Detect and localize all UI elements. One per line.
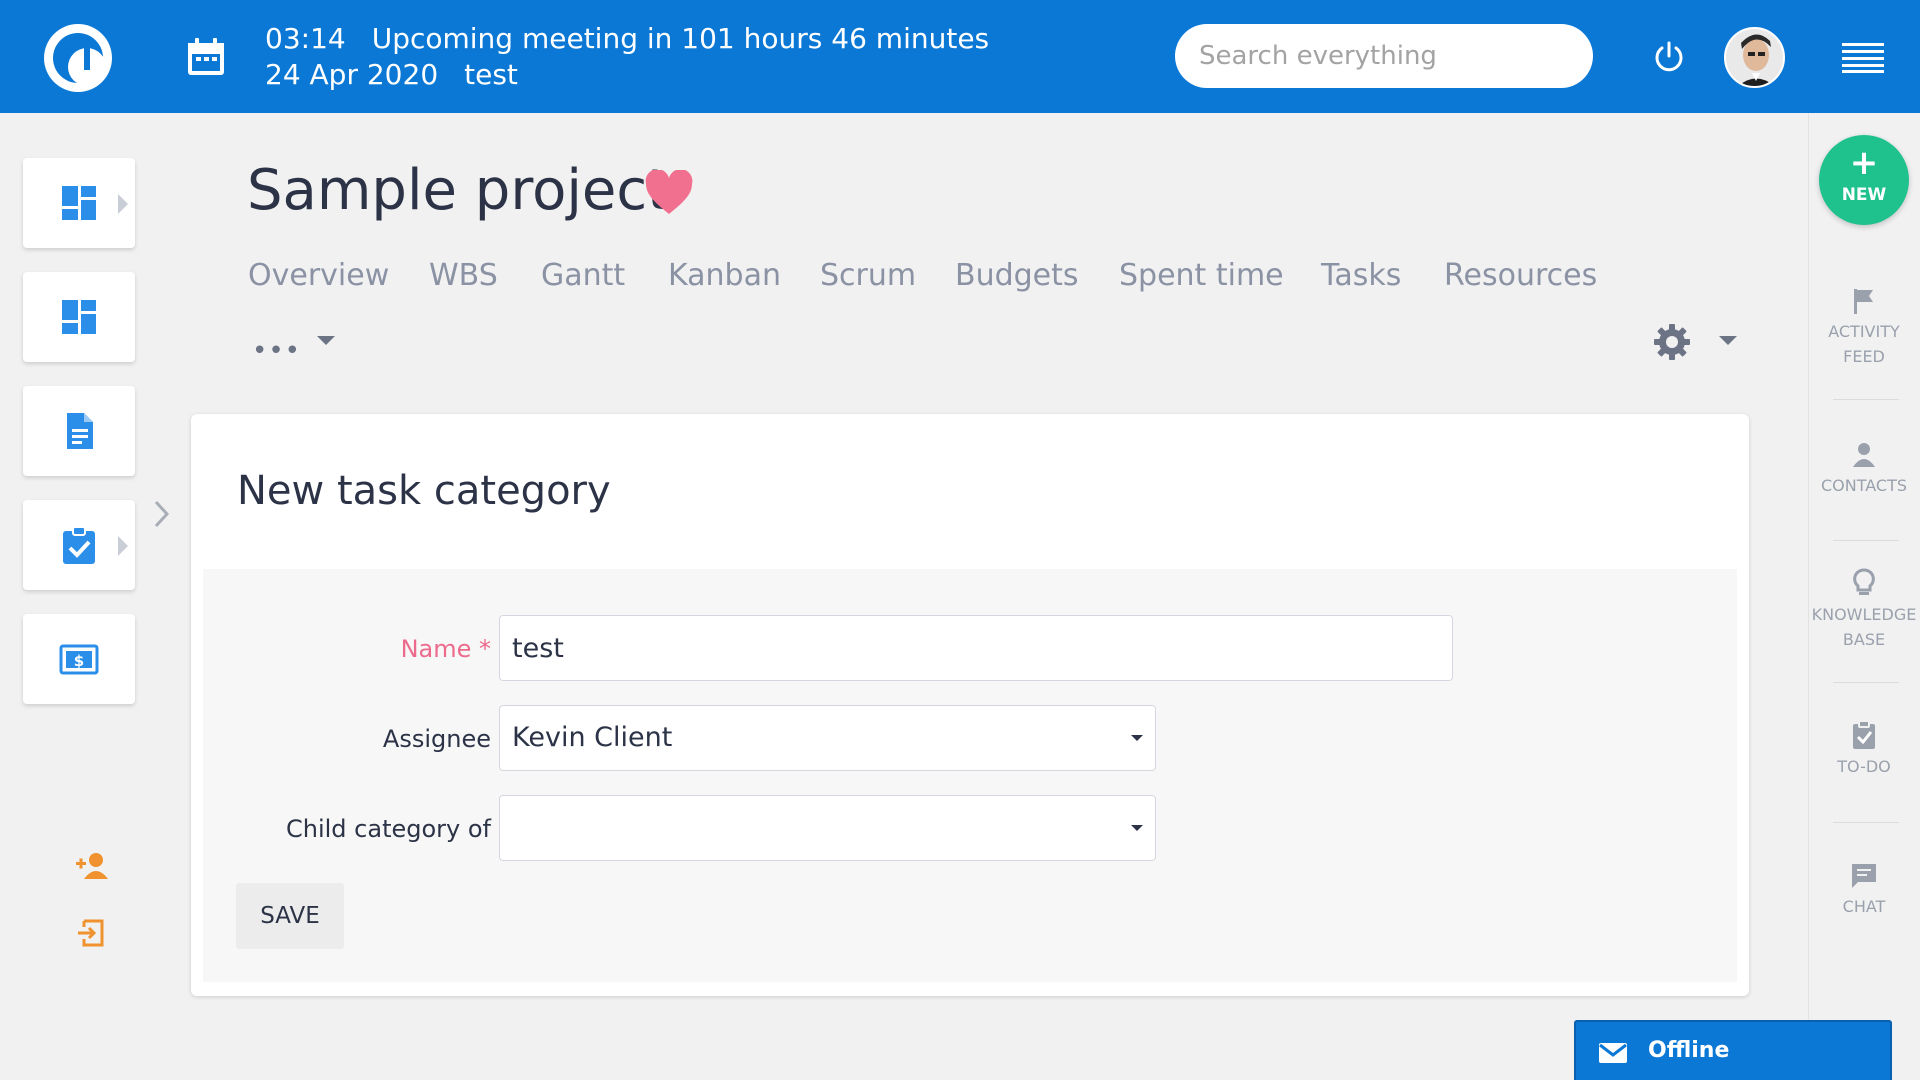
envelope-icon	[1599, 1043, 1627, 1063]
upcoming-meeting-text: Upcoming meeting in 101 hours 46 minutes	[371, 22, 990, 55]
document-icon	[67, 413, 93, 449]
sidebar-tasks-expand[interactable]	[23, 500, 135, 590]
login-icon[interactable]	[76, 918, 106, 948]
more-tabs-button[interactable]: •••	[252, 336, 301, 366]
expand-arrow-icon	[118, 536, 128, 556]
avatar-image	[1726, 29, 1783, 86]
current-date: 24 Apr 2020	[265, 58, 439, 91]
chat-label: CHAT	[1842, 897, 1886, 916]
knowledge-base-button[interactable]: KNOWLEDGE BASE	[1808, 568, 1920, 652]
sidebar-budgets[interactable]: $	[23, 614, 135, 704]
tab-wbs[interactable]: WBS	[429, 258, 498, 293]
search-input[interactable]	[1175, 24, 1593, 88]
child-category-select[interactable]	[499, 795, 1156, 861]
plus-icon: +	[1849, 143, 1879, 183]
contacts-label: CONTACTS	[1820, 476, 1908, 495]
chat-status-bar[interactable]: Offline	[1574, 1020, 1892, 1080]
lightbulb-icon	[1853, 568, 1875, 595]
contacts-button[interactable]: CONTACTS	[1808, 441, 1920, 498]
heart-icon[interactable]	[644, 170, 694, 216]
new-button[interactable]: + NEW	[1819, 135, 1909, 225]
dashboard-icon	[62, 300, 96, 334]
activity-feed-label-2: FEED	[1843, 347, 1885, 366]
assignee-label: Assignee	[382, 725, 491, 753]
meeting-info[interactable]: 03:14 Upcoming meeting in 101 hours 46 mi…	[265, 22, 1015, 55]
tab-resources[interactable]: Resources	[1444, 258, 1597, 293]
power-icon[interactable]	[1652, 40, 1686, 74]
chevron-right-icon[interactable]	[152, 498, 172, 530]
add-user-icon[interactable]	[74, 851, 110, 881]
divider	[1833, 399, 1899, 400]
new-button-label: NEW	[1841, 185, 1887, 205]
money-icon: $	[59, 644, 99, 675]
project-title: Sample project	[247, 158, 670, 223]
tab-spent-time[interactable]: Spent time	[1119, 258, 1284, 293]
assignee-value: Kevin Client	[512, 722, 673, 753]
tab-scrum[interactable]: Scrum	[820, 258, 916, 293]
chat-status-text: Offline	[1648, 1038, 1730, 1063]
divider	[1833, 822, 1899, 823]
tab-kanban[interactable]: Kanban	[668, 258, 781, 293]
activity-feed-button[interactable]: ACTIVITY FEED	[1808, 287, 1920, 369]
tab-budgets[interactable]: Budgets	[955, 258, 1079, 293]
todo-button[interactable]: TO-DO	[1808, 720, 1920, 779]
clipboard-check-icon	[63, 526, 95, 564]
user-name: test	[464, 58, 518, 91]
sidebar-documents[interactable]	[23, 386, 135, 476]
knowledge-base-label-1: KNOWLEDGE	[1811, 605, 1917, 624]
person-icon	[1853, 443, 1875, 467]
clipboard-check-icon	[1853, 720, 1875, 749]
top-bar: 03:14 Upcoming meeting in 101 hours 46 mi…	[0, 0, 1920, 113]
chat-button[interactable]: CHAT	[1808, 862, 1920, 919]
chevron-down-icon[interactable]	[317, 336, 335, 345]
expand-arrow-icon	[118, 194, 128, 214]
chat-icon	[1852, 864, 1876, 888]
svg-text:$: $	[74, 652, 84, 670]
hamburger-menu-icon[interactable]	[1842, 41, 1884, 73]
new-task-category-card: New task category Name * Assignee Kevin …	[191, 414, 1749, 996]
activity-feed-label-1: ACTIVITY	[1828, 322, 1900, 341]
flag-icon	[1854, 289, 1873, 314]
assignee-select[interactable]: Kevin Client	[499, 705, 1156, 771]
name-label: Name *	[400, 635, 491, 663]
user-avatar[interactable]	[1724, 27, 1785, 88]
name-input[interactable]	[499, 615, 1453, 681]
divider	[1833, 682, 1899, 683]
current-time: 03:14	[265, 22, 346, 55]
chevron-down-icon[interactable]	[1719, 336, 1737, 345]
date-user-info: 24 Apr 2020 test	[265, 58, 544, 91]
tab-gantt[interactable]: Gantt	[541, 258, 625, 293]
gear-icon[interactable]	[1653, 323, 1691, 361]
calendar-icon[interactable]	[185, 36, 227, 78]
knowledge-base-label-2: BASE	[1842, 630, 1886, 649]
task-category-form: Name * Assignee Kevin Client Child categ…	[203, 569, 1737, 982]
sidebar-dashboard[interactable]	[23, 272, 135, 362]
tab-tasks[interactable]: Tasks	[1321, 258, 1401, 293]
save-button[interactable]: SAVE	[236, 883, 344, 949]
chevron-down-icon	[1131, 825, 1143, 831]
chevron-down-icon	[1131, 735, 1143, 741]
app-logo-icon[interactable]	[44, 24, 112, 92]
dashboard-icon	[62, 186, 96, 220]
tab-overview[interactable]: Overview	[248, 258, 389, 293]
todo-label: TO-DO	[1837, 757, 1891, 776]
sidebar-dashboard-expand[interactable]	[23, 158, 135, 248]
divider	[1833, 540, 1899, 541]
child-category-label: Child category of	[286, 815, 491, 843]
card-title: New task category	[237, 468, 611, 514]
